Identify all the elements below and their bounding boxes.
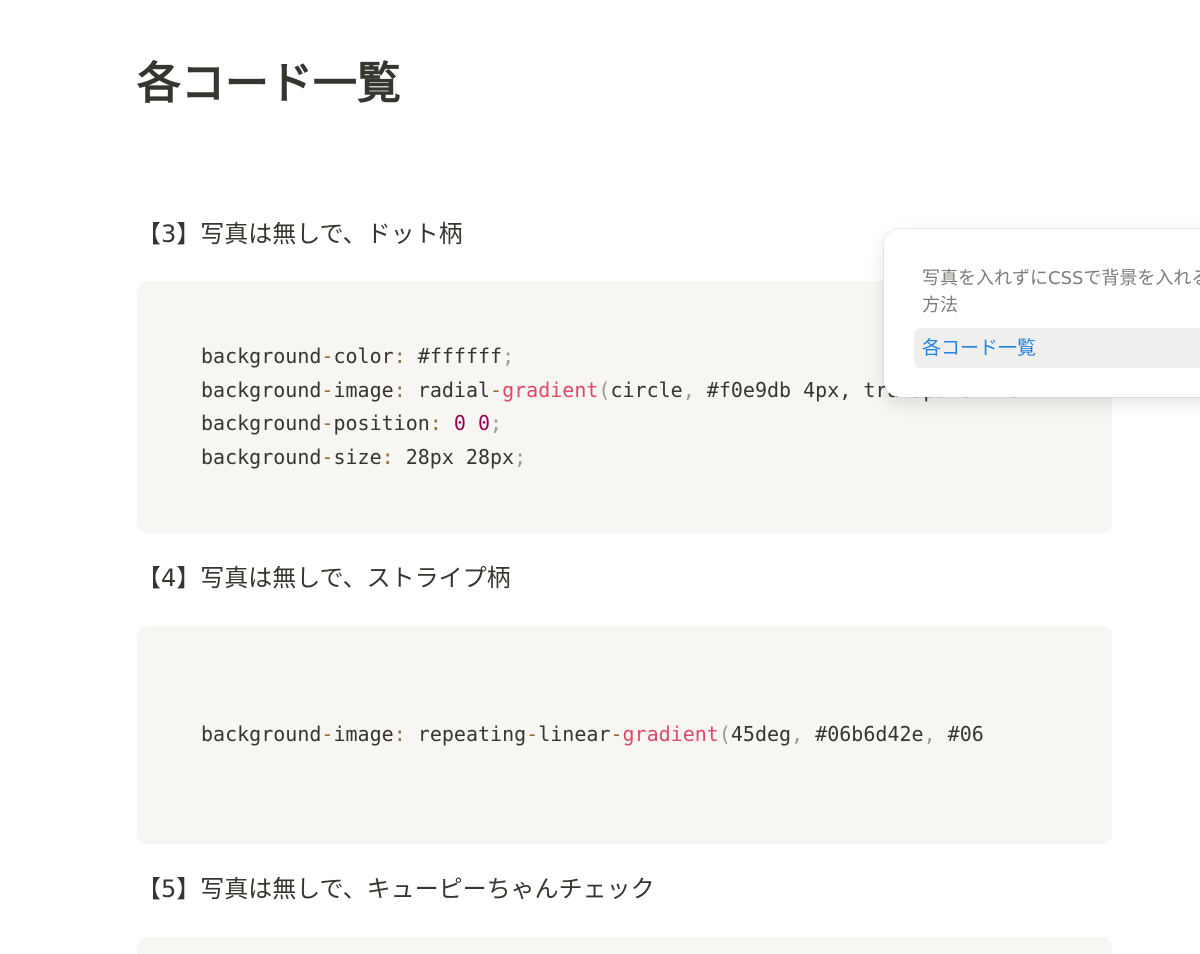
code-line: background-image: repeating-linear-gradi… (201, 718, 1082, 752)
section-heading-4: 【4】写真は無しで、ストライプ柄 (137, 564, 511, 592)
code-token: , (791, 722, 804, 746)
code-token: : (381, 445, 394, 470)
code-token: - (490, 377, 503, 402)
section-heading-3: 【3】写真は無しで、ドット柄 (137, 220, 463, 248)
code-token: image (333, 377, 394, 402)
code-token: - (610, 722, 623, 746)
toc-item-code-list[interactable]: 各コード一覧 (914, 328, 1200, 368)
code-block-kewpie-check[interactable] (137, 937, 1112, 954)
code-token: gradient (502, 377, 599, 402)
code-body: background-image: repeating-linear-gradi… (201, 718, 1082, 752)
code-token: 0 (477, 411, 491, 436)
code-token: gradient (622, 722, 719, 746)
code-token: background (201, 411, 322, 436)
code-token: 28px 28px (393, 445, 515, 470)
code-token: - (321, 722, 334, 746)
code-token: #06b6d42e (803, 722, 924, 746)
code-token: - (321, 411, 334, 436)
code-token: 45deg (730, 722, 792, 746)
code-token: background (201, 722, 322, 746)
code-token: image (333, 722, 394, 746)
code-token: , (682, 377, 695, 402)
section-heading-5: 【5】写真は無しで、キューピーちゃんチェック (137, 875, 655, 903)
code-token: : (393, 344, 406, 368)
code-token: - (526, 722, 539, 746)
code-token: background (201, 445, 322, 470)
code-line: background-position: 0 0; (201, 407, 1082, 441)
code-token: circle (610, 377, 683, 402)
code-token: ; (514, 445, 527, 470)
code-token: - (321, 377, 334, 402)
toc-page-title[interactable]: 写真を入れずにCSSで背景を入れる方法 (922, 265, 1200, 319)
code-token: #06 (935, 722, 984, 746)
code-token: 0 (453, 411, 466, 436)
code-line: background-size: 28px 28px; (201, 441, 1082, 475)
code-token: - (321, 445, 334, 470)
page-title: 各コード一覧 (137, 58, 401, 109)
code-token: : (393, 722, 406, 746)
code-token: color (333, 344, 394, 368)
code-token: background (201, 344, 322, 368)
code-token: size (333, 445, 382, 470)
page: 各コード一覧 【3】写真は無しで、ドット柄 background-color: … (0, 0, 1200, 954)
code-token: - (321, 344, 334, 368)
code-token: position (333, 411, 430, 436)
code-token: , (923, 722, 936, 746)
code-token: background (201, 377, 322, 402)
code-token: : (393, 377, 406, 402)
code-token: : (429, 411, 442, 436)
code-token: ; (490, 411, 503, 436)
code-token: linear (538, 722, 611, 746)
code-token: repeating (405, 722, 527, 746)
code-token: ( (718, 722, 731, 746)
code-token: ( (598, 377, 611, 402)
code-token: radial (405, 377, 491, 402)
code-token: ; (502, 344, 515, 368)
table-of-contents-popover: 写真を入れずにCSSで背景を入れる方法 各コード一覧 (884, 229, 1200, 397)
code-block-stripes[interactable]: background-image: repeating-linear-gradi… (137, 626, 1112, 844)
code-token: #ffffff (405, 344, 503, 368)
